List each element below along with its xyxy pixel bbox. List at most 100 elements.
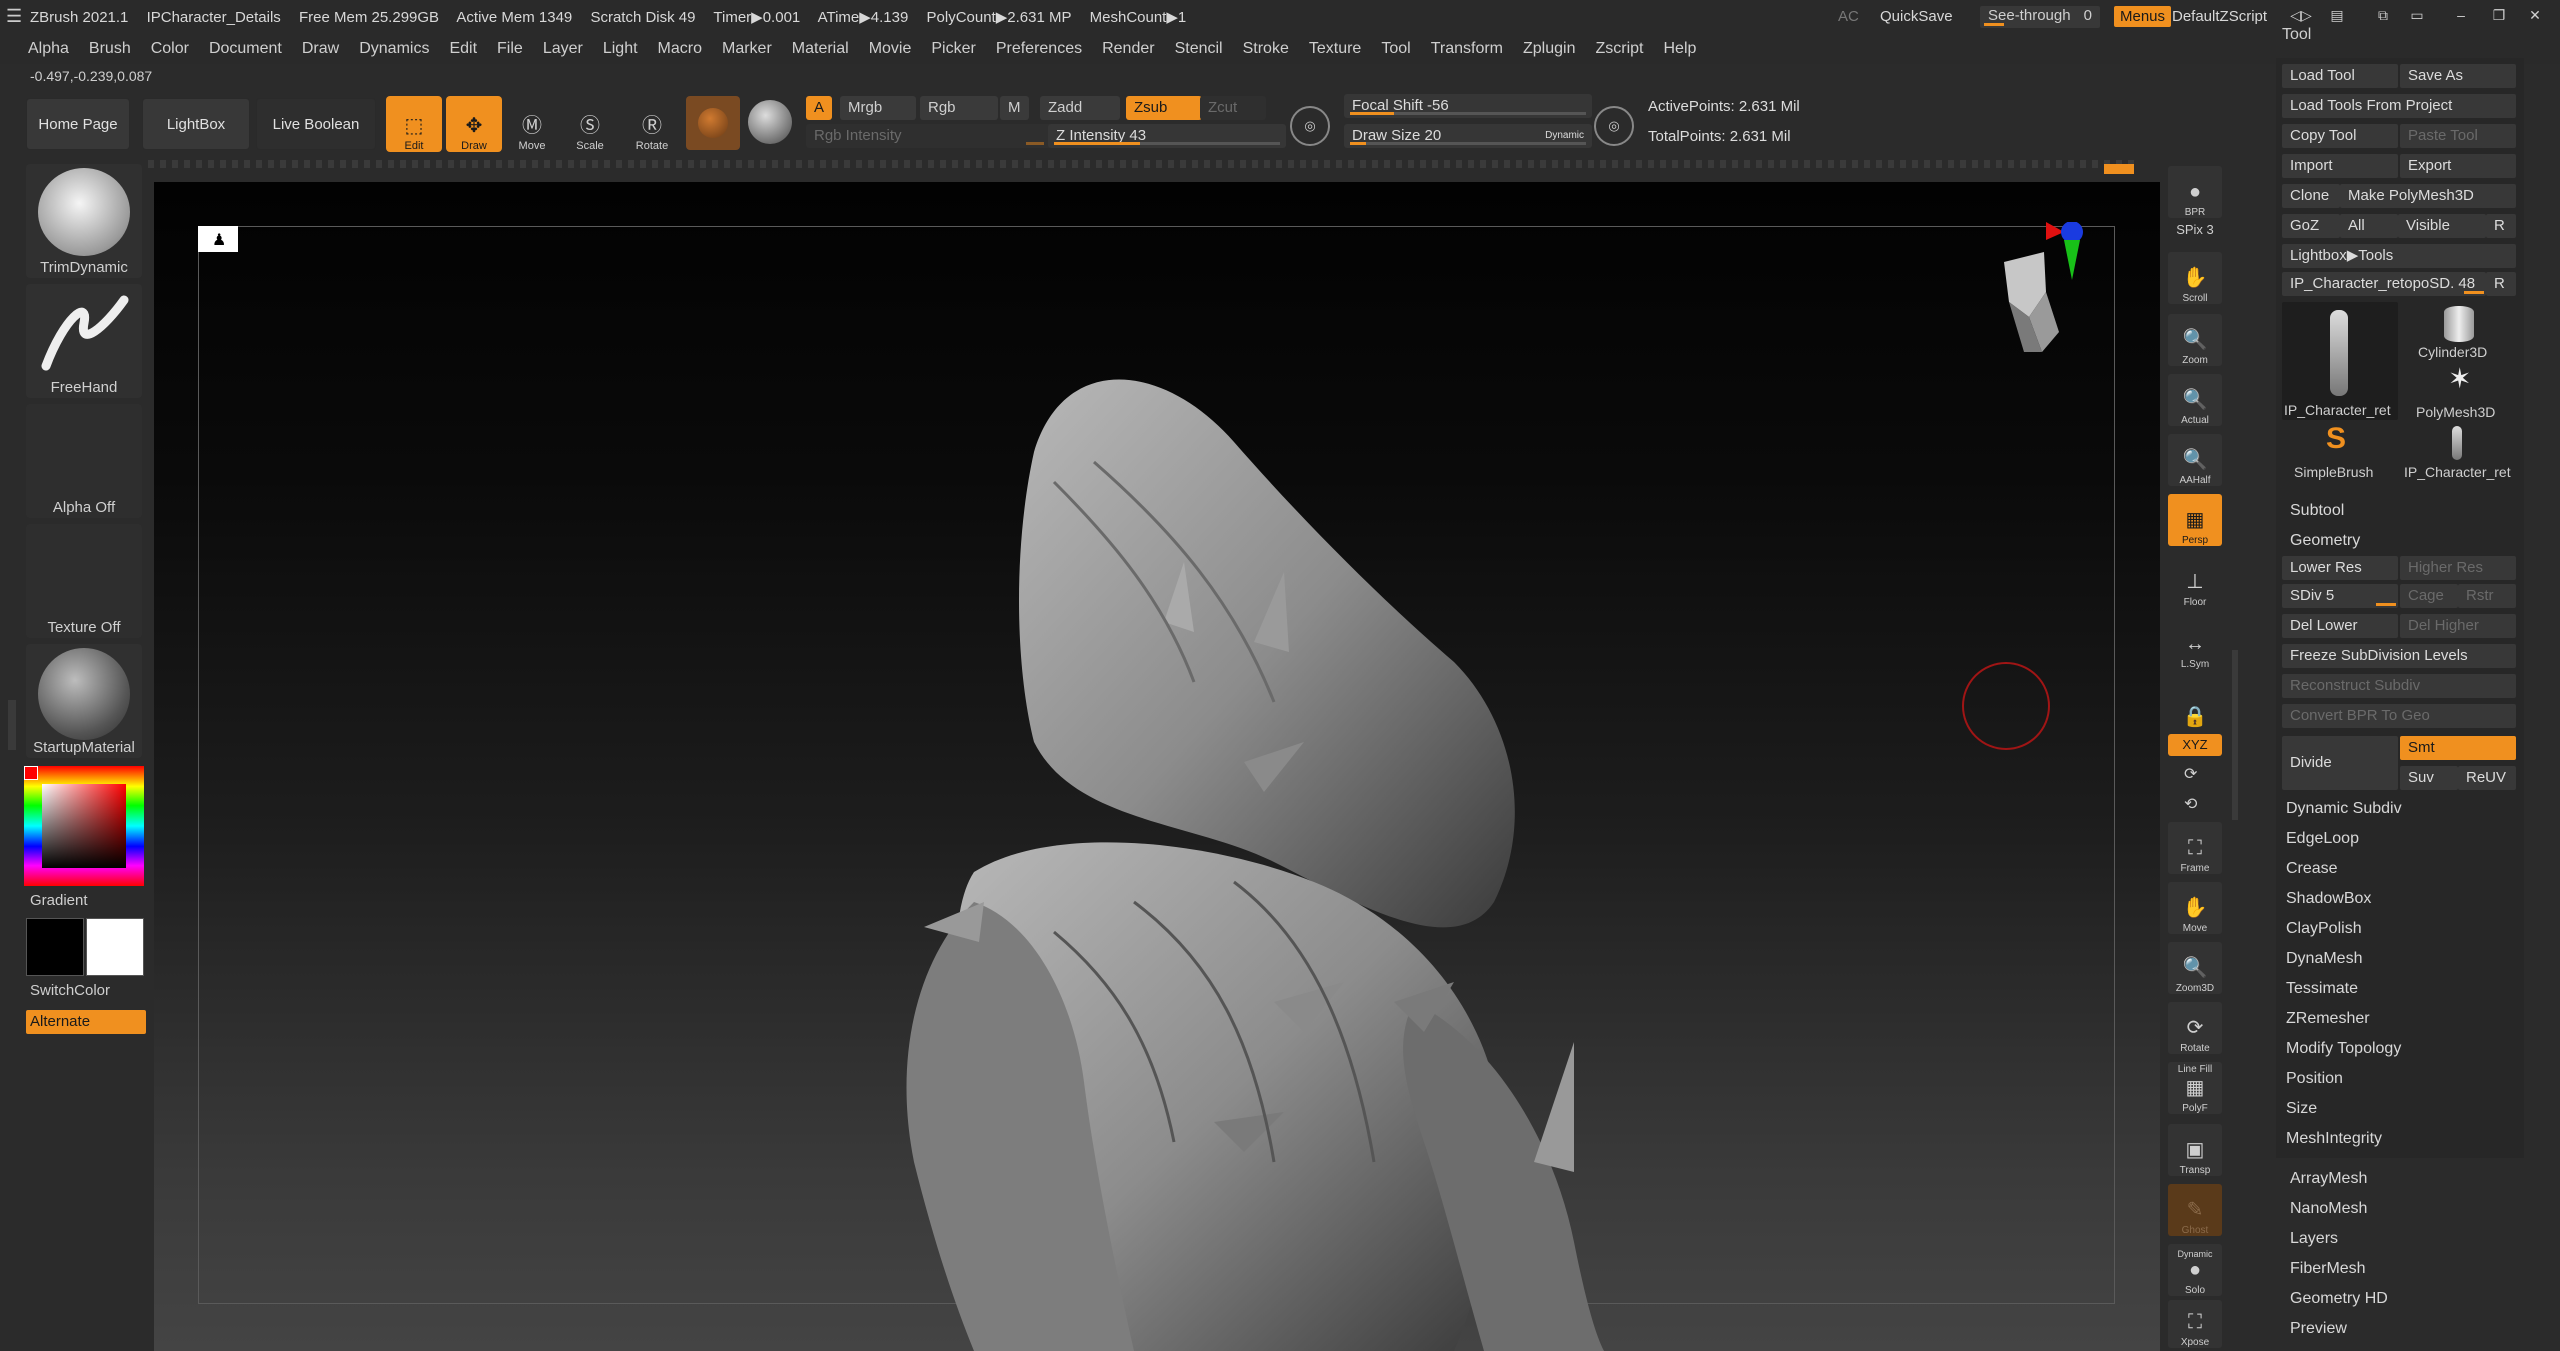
export-button[interactable]: Export — [2400, 154, 2516, 178]
zremesher-item[interactable]: ZRemesher — [2282, 1006, 2520, 1032]
suv-toggle[interactable]: Suv — [2400, 766, 2458, 790]
menu-marker[interactable]: Marker — [712, 34, 782, 64]
close-icon[interactable]: ✕ — [2524, 7, 2546, 25]
reconstruct-subdiv-button[interactable]: Reconstruct Subdiv — [2282, 674, 2516, 698]
fibermesh-section[interactable]: FiberMesh — [2290, 1260, 2366, 1278]
scale-mode-button[interactable]: Ⓢ Scale — [562, 96, 618, 152]
tool-thumb-ip-character-1[interactable]: IP_Character_ret — [2282, 302, 2398, 420]
convert-bpr-button[interactable]: Convert BPR To Geo — [2282, 704, 2516, 728]
menu-preferences[interactable]: Preferences — [986, 34, 1092, 64]
goz-visible-button[interactable]: Visible — [2398, 214, 2486, 238]
goz-all-button[interactable]: All — [2340, 214, 2398, 238]
smt-toggle[interactable]: Smt — [2400, 736, 2516, 760]
floor-button[interactable]: ⊥ Floor — [2168, 556, 2222, 608]
stroke-selector[interactable]: FreeHand — [26, 284, 142, 398]
switch-color-button[interactable]: SwitchColor — [30, 982, 110, 999]
menu-layer[interactable]: Layer — [533, 34, 593, 64]
menu-brush[interactable]: Brush — [79, 34, 141, 64]
clone-button[interactable]: Clone — [2282, 184, 2340, 208]
move-mode-button[interactable]: Ⓜ Move — [504, 96, 560, 152]
right-scrollbar[interactable] — [2232, 650, 2238, 820]
zadd-toggle[interactable]: Zadd — [1040, 96, 1120, 120]
lower-res-button[interactable]: Lower Res — [2282, 556, 2398, 580]
canvas-viewport[interactable]: ♟ — [154, 182, 2160, 1351]
primary-color-swatch[interactable] — [86, 918, 144, 976]
load-tool-button[interactable]: Load Tool — [2282, 64, 2398, 88]
ghost-button[interactable]: ✎ Ghost — [2168, 1184, 2222, 1236]
menu-material[interactable]: Material — [782, 34, 859, 64]
menus-toggle[interactable]: Menus — [2114, 6, 2172, 27]
modify-topology-item[interactable]: Modify Topology — [2282, 1036, 2520, 1062]
alternate-button[interactable]: Alternate — [26, 1010, 146, 1034]
scroll-button[interactable]: ✋ Scroll — [2168, 252, 2222, 304]
meshintegrity-item[interactable]: MeshIntegrity — [2282, 1126, 2520, 1152]
layout-icon[interactable]: ◁▷ — [2290, 7, 2312, 25]
menu-texture[interactable]: Texture — [1299, 34, 1371, 64]
tool-thumb-simplebrush[interactable]: S SimpleBrush — [2282, 422, 2398, 480]
focal-shift-slider[interactable]: Focal Shift -56 — [1344, 94, 1592, 118]
draw-dynamic-icon[interactable]: ◎ — [1594, 106, 1634, 146]
menu-light[interactable]: Light — [593, 34, 648, 64]
zoom3d-button[interactable]: 🔍 Zoom3D — [2168, 942, 2222, 994]
z-intensity-slider[interactable]: Z Intensity 43 — [1048, 124, 1286, 148]
edgeloop-item[interactable]: EdgeLoop — [2282, 826, 2520, 852]
load-tools-from-project-button[interactable]: Load Tools From Project — [2282, 94, 2516, 118]
lightbox-button[interactable]: LightBox — [142, 98, 250, 150]
palette-icon[interactable]: ▤ — [2326, 7, 2348, 25]
tool-thumb-ip-character-2[interactable]: IP_Character_ret — [2402, 422, 2518, 480]
divide-button[interactable]: Divide — [2282, 736, 2398, 790]
lsym-button[interactable]: ↔ L.Sym — [2168, 618, 2222, 670]
zoom-button[interactable]: 🔍 Zoom — [2168, 314, 2222, 366]
layers-section[interactable]: Layers — [2290, 1230, 2338, 1248]
polyf-button[interactable]: Line Fill ▦ PolyF — [2168, 1062, 2222, 1114]
crease-item[interactable]: Crease — [2282, 856, 2520, 882]
menu-zplugin[interactable]: Zplugin — [1513, 34, 1585, 64]
restore-icon[interactable]: ❐ — [2488, 7, 2510, 25]
cage-button[interactable]: Cage — [2400, 584, 2458, 608]
menu-render[interactable]: Render — [1092, 34, 1164, 64]
lock-button[interactable]: 🔒 — [2168, 680, 2222, 732]
preview-section[interactable]: Preview — [2290, 1320, 2347, 1338]
persp-button[interactable]: ▦ Persp — [2168, 494, 2222, 546]
a-toggle[interactable]: A — [806, 96, 833, 120]
copy-tool-button[interactable]: Copy Tool — [2282, 124, 2398, 148]
sphere-brush-icon[interactable] — [748, 100, 792, 144]
color-picker[interactable] — [24, 766, 144, 886]
zsub-toggle[interactable]: Zsub — [1126, 96, 1202, 120]
shadowbox-item[interactable]: ShadowBox — [2282, 886, 2520, 912]
alpha-selector[interactable]: Alpha Off — [26, 404, 142, 518]
solo-button[interactable]: Dynamic ● Solo — [2168, 1244, 2222, 1296]
menu-edit[interactable]: Edit — [439, 34, 487, 64]
reuv-toggle[interactable]: ReUV — [2458, 766, 2516, 790]
frame-button[interactable]: ⛶ Frame — [2168, 822, 2222, 874]
import-button[interactable]: Import — [2282, 154, 2398, 178]
lightbox-tools-button[interactable]: Lightbox▶Tools — [2282, 244, 2516, 268]
dynamesh-item[interactable]: DynaMesh — [2282, 946, 2520, 972]
claypolish-item[interactable]: ClayPolish — [2282, 916, 2520, 942]
hide-ui-icon[interactable]: ▭ — [2406, 7, 2428, 25]
move-view-button[interactable]: ✋ Move — [2168, 882, 2222, 934]
lazy-mouse-icon[interactable]: ◎ — [1290, 106, 1330, 146]
transp-button[interactable]: ▣ Transp — [2168, 1124, 2222, 1176]
position-item[interactable]: Position — [2282, 1066, 2520, 1092]
rotate-z-icon[interactable]: ⟲ — [2184, 794, 2197, 814]
dynamic-subdiv-item[interactable]: Dynamic Subdiv — [2282, 796, 2520, 822]
menu-alpha[interactable]: Alpha — [18, 34, 79, 64]
rgb-toggle[interactable]: Rgb — [920, 96, 998, 120]
left-tray-toggle[interactable] — [8, 700, 16, 750]
menu-movie[interactable]: Movie — [859, 34, 922, 64]
material-swatch-button[interactable] — [686, 96, 740, 150]
quicksave-button[interactable]: QuickSave — [1880, 8, 1953, 25]
default-zscript[interactable]: DefaultZScript — [2172, 8, 2267, 25]
zcut-toggle[interactable]: Zcut — [1200, 96, 1266, 120]
tool-thumb-polymesh3d[interactable]: ✶ PolyMesh3D — [2402, 362, 2518, 420]
material-selector[interactable]: StartupMaterial — [26, 644, 142, 758]
see-through-slider[interactable]: See-through 0 — [1980, 6, 2100, 28]
menu-file[interactable]: File — [487, 34, 533, 64]
paste-tool-button[interactable]: Paste Tool — [2400, 124, 2516, 148]
aahalf-button[interactable]: 🔍 AAHalf — [2168, 434, 2222, 486]
freeze-subdivision-button[interactable]: Freeze SubDivision Levels — [2282, 644, 2516, 668]
edit-mode-button[interactable]: ⬚ Edit — [386, 96, 442, 152]
menu-stencil[interactable]: Stencil — [1165, 34, 1233, 64]
m-toggle[interactable]: M — [1000, 96, 1029, 120]
